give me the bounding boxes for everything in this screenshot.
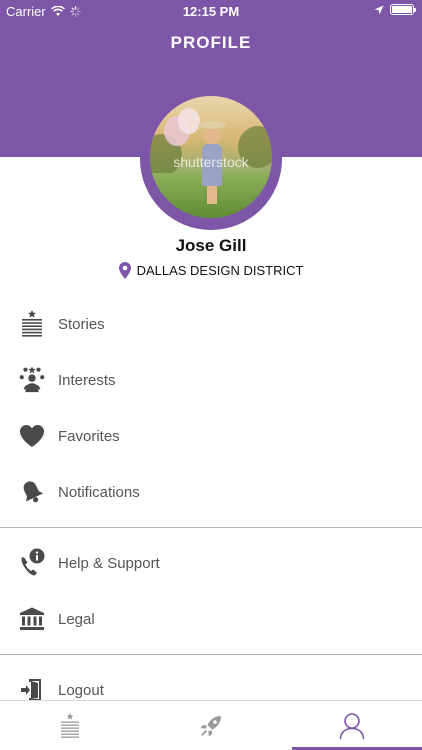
user-location: DALLAS DESIGN DISTRICT: [0, 262, 422, 279]
menu-item-interests[interactable]: Interests: [0, 356, 422, 404]
page-title: PROFILE: [170, 33, 252, 52]
status-right: [374, 4, 416, 15]
divider: [0, 654, 422, 655]
bell-icon: [18, 478, 46, 506]
user-name: Jose Gill: [175, 236, 247, 255]
profile-screen: Carrier 12:15 PM PROFILE shutterstock Jo…: [0, 0, 422, 750]
menu-item-legal[interactable]: Legal: [0, 595, 422, 643]
menu-item-label: Help & Support: [58, 554, 160, 572]
status-time: 12:15 PM: [182, 4, 240, 19]
avatar[interactable]: shutterstock: [150, 96, 272, 218]
courthouse-icon: [18, 605, 46, 633]
status-bar: Carrier 12:15 PM: [0, 0, 422, 22]
menu-item-favorites[interactable]: Favorites: [0, 412, 422, 460]
menu-item-help-support[interactable]: Help & Support: [0, 539, 422, 587]
tab-stories[interactable]: [0, 701, 140, 750]
tab-profile[interactable]: [282, 701, 422, 750]
location-label: DALLAS DESIGN DISTRICT: [136, 263, 304, 278]
location-arrow-icon: [374, 5, 384, 14]
menu-item-label: Legal: [58, 610, 95, 628]
stories-icon: [18, 310, 46, 338]
menu-item-label: Notifications: [58, 483, 140, 501]
photo-balloon: [178, 108, 200, 134]
divider: [0, 527, 422, 528]
tab-explore[interactable]: [141, 701, 281, 750]
menu-item-label: Stories: [58, 315, 105, 333]
stories-icon: [61, 713, 79, 738]
profile-icon: [339, 713, 365, 740]
phone-info-icon: [18, 548, 46, 577]
interests-icon: [18, 366, 46, 394]
battery-icon: [390, 4, 416, 15]
menu-item-notifications[interactable]: Notifications: [0, 468, 422, 516]
menu-item-label: Interests: [58, 371, 116, 389]
rocket-icon: [200, 716, 221, 737]
map-pin-icon: [118, 262, 131, 279]
photo-girl-legs: [207, 186, 217, 204]
menu-item-label: Logout: [58, 681, 104, 699]
heart-icon: [18, 422, 46, 450]
menu-item-stories[interactable]: Stories: [0, 300, 422, 348]
menu-item-label: Favorites: [58, 427, 120, 445]
photo-watermark: shutterstock: [173, 154, 249, 170]
photo-girl-hat: [198, 121, 226, 129]
tab-bar: [0, 700, 422, 750]
avatar-ring: shutterstock: [140, 88, 282, 230]
